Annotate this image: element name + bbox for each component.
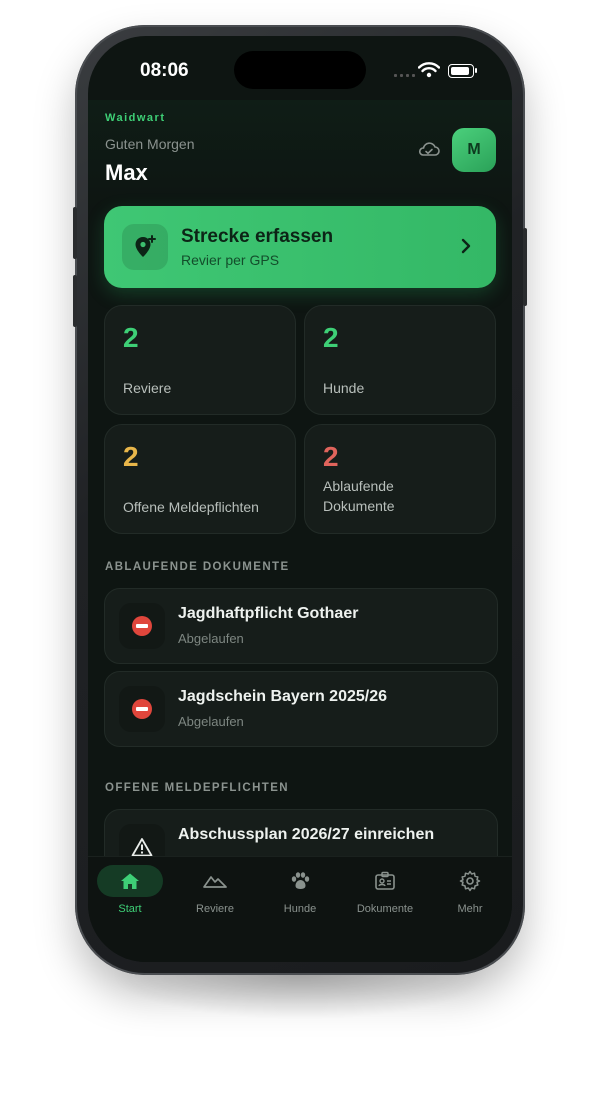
doc-title: Jagdschein Bayern 2025/26	[178, 688, 388, 705]
signal-icon	[394, 74, 415, 77]
battery-tip	[475, 68, 477, 73]
user-name: Max	[105, 160, 148, 185]
stat-value: 2	[323, 322, 339, 353]
gear-icon	[430, 865, 510, 897]
mountain-icon	[175, 865, 255, 897]
power-button	[523, 228, 527, 306]
stat-label: Offene Meldepflichten	[123, 499, 259, 515]
app-screen: 08:06 Waidwart Guten Morgen Max M Streck…	[88, 36, 512, 962]
tab-label: Hunde	[283, 903, 317, 915]
list-item[interactable]: Jagdschein Bayern 2025/26 Abgelaufen	[104, 671, 498, 747]
paw-icon	[260, 865, 340, 897]
stat-card-hunde[interactable]: 2 Hunde	[304, 305, 496, 415]
list-item[interactable]: Jagdhaftpflicht Gothaer Abgelaufen	[104, 588, 498, 664]
stat-value: 2	[123, 322, 139, 353]
volume-down-button	[73, 275, 77, 327]
tab-dokumente[interactable]: Dokumente	[345, 865, 425, 915]
tab-reviere[interactable]: Reviere	[175, 865, 255, 915]
volume-up-button	[73, 207, 77, 259]
dynamic-island	[234, 51, 366, 89]
tab-hunde[interactable]: Hunde	[260, 865, 340, 915]
stat-card-meldepflichten[interactable]: 2 Offene Meldepflichten	[104, 424, 296, 534]
no-entry-icon	[119, 603, 165, 649]
record-track-button[interactable]: Strecke erfassen Revier per GPS	[104, 206, 496, 288]
tab-label: Mehr	[457, 903, 483, 915]
stat-label-line1: Ablaufende	[323, 478, 394, 494]
stat-card-dokumente[interactable]: 2 Ablaufende Dokumente	[304, 424, 496, 534]
tab-label: Start	[118, 903, 142, 915]
status-bar: 08:06	[88, 36, 512, 106]
avatar[interactable]: M	[452, 128, 496, 172]
doc-title: Jagdhaftpflicht Gothaer	[178, 605, 359, 622]
section-title-open: OFFENE MELDEPFLICHTEN	[105, 782, 290, 794]
stat-label: Hunde	[323, 380, 365, 396]
doc-status: Abgelaufen	[178, 714, 244, 729]
wifi-icon	[418, 62, 440, 78]
id-card-icon	[345, 865, 425, 897]
duty-title: Abschussplan 2026/27 einreichen	[178, 826, 435, 843]
greeting-text: Guten Morgen	[105, 136, 195, 152]
stat-value: 2	[123, 441, 139, 472]
tab-bar: Start Reviere Hunde Dokumente Mehr	[88, 856, 512, 962]
stat-label: Reviere	[123, 380, 172, 396]
location-add-icon	[122, 224, 168, 270]
tab-label: Dokumente	[356, 903, 414, 915]
stat-card-reviere[interactable]: 2 Reviere	[104, 305, 296, 415]
tab-start[interactable]: Start	[90, 865, 170, 915]
chevron-right-icon	[461, 238, 471, 254]
battery-icon	[448, 64, 474, 78]
cloud-sync-icon[interactable]	[417, 140, 441, 158]
section-title-expiring: ABLAUFENDE DOKUMENTE	[105, 561, 290, 573]
stat-label-line2: Dokumente	[323, 498, 395, 514]
tab-mehr[interactable]: Mehr	[430, 865, 510, 915]
cta-subtitle: Revier per GPS	[181, 252, 280, 268]
stat-label: Ablaufende Dokumente	[323, 476, 395, 516]
tab-label: Reviere	[196, 903, 234, 915]
app-brand: Waidwart	[105, 112, 166, 124]
status-time: 08:06	[140, 60, 189, 81]
no-entry-icon	[119, 686, 165, 732]
doc-status: Abgelaufen	[178, 631, 244, 646]
stat-value: 2	[323, 441, 339, 472]
cta-title: Strecke erfassen	[181, 226, 334, 247]
home-icon	[97, 865, 163, 897]
